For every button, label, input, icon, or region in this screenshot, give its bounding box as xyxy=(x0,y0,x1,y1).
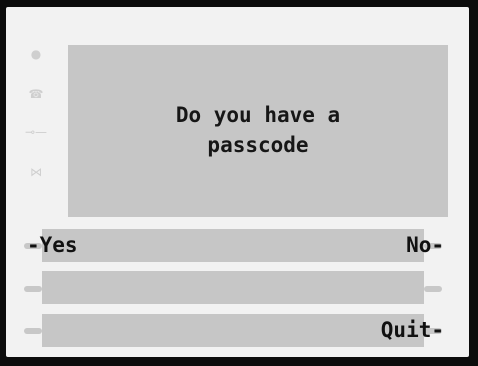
no-label[interactable]: No- xyxy=(406,229,444,262)
softkey-left-3-button[interactable] xyxy=(24,328,42,334)
softkey-row-2 xyxy=(42,271,424,304)
softkey-row-1 xyxy=(42,229,424,262)
quit-label[interactable]: Quit- xyxy=(381,314,444,347)
phone-icon: ☎ xyxy=(28,87,44,101)
side-icon-column: ● ☎ ⊸— ⋈ xyxy=(19,47,55,197)
key-icon: ⊸— xyxy=(24,125,48,139)
display-screen: Do you have a passcode xyxy=(68,45,448,217)
device-frame: ● ☎ ⊸— ⋈ Do you have a passcode -Yes No-… xyxy=(0,0,478,366)
device-bezel: ● ☎ ⊸— ⋈ Do you have a passcode xyxy=(6,7,469,357)
bowtie-icon: ⋈ xyxy=(30,165,42,179)
softkey-left-2-button[interactable] xyxy=(24,286,42,292)
light-icon: ● xyxy=(30,47,42,61)
softkey-right-2-button[interactable] xyxy=(424,286,442,292)
softkey-row-3 xyxy=(42,314,424,347)
screen-prompt: Do you have a passcode xyxy=(175,103,341,157)
yes-label[interactable]: -Yes xyxy=(27,229,78,262)
